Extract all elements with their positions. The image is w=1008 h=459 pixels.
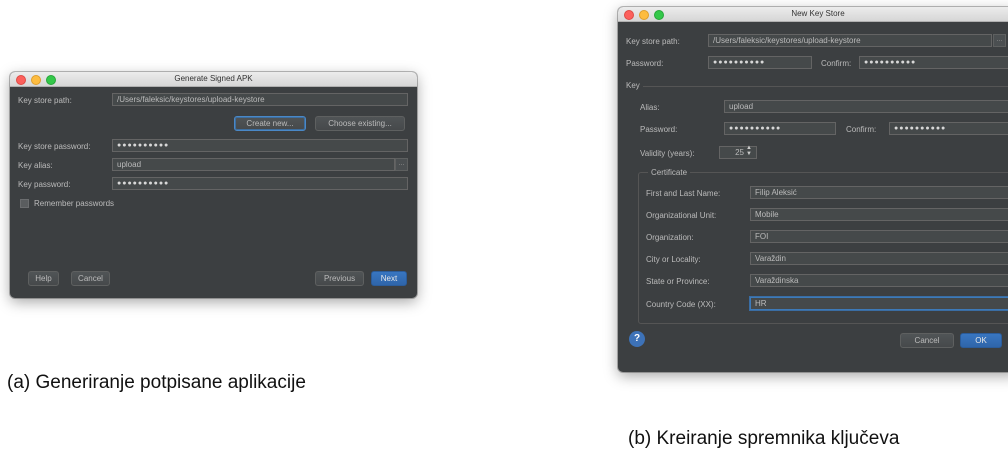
cert-name-field[interactable]: Filip Aleksić (750, 186, 1008, 199)
alias-field[interactable]: upload (724, 100, 1008, 113)
minimize-window-button[interactable] (31, 75, 41, 85)
key-password-field[interactable]: ●●●●●●●●●● (112, 177, 408, 190)
validity-value: 25 (735, 148, 744, 157)
key-password-label: Password: (640, 125, 678, 134)
create-new-button[interactable]: Create new... (234, 116, 306, 131)
cert-label-state: State or Province: (646, 277, 710, 286)
key-confirm-field[interactable]: ●●●●●●●●●● (889, 122, 1008, 135)
cert-state-field[interactable]: Varaždinska (750, 274, 1008, 287)
cancel-button[interactable]: Cancel (71, 271, 110, 286)
password-field[interactable]: ●●●●●●●●●● (708, 56, 812, 69)
previous-button[interactable]: Previous (315, 271, 364, 286)
caption-b: (b) Kreiranje spremnika ključeva (628, 428, 900, 449)
certificate-group-label: Certificate (648, 168, 691, 177)
new-key-store-dialog: New Key Store Key store path: /Users/fal… (618, 7, 1008, 372)
window-controls (624, 10, 664, 20)
keystore-window-title: New Key Store (791, 9, 845, 18)
password-label: Password: (626, 59, 664, 68)
cancel-button[interactable]: Cancel (900, 333, 954, 348)
confirm-field[interactable]: ●●●●●●●●●● (859, 56, 1008, 69)
checkbox-box[interactable] (20, 199, 29, 208)
confirm-label: Confirm: (821, 59, 852, 68)
remember-passwords-label: Remember passwords (34, 199, 115, 208)
close-window-button[interactable] (624, 10, 634, 20)
path-label: Key store path: (626, 37, 680, 46)
stepper-arrows-icon[interactable]: ▲ ▼ (746, 145, 752, 157)
apk-titlebar: Generate Signed APK (10, 72, 417, 87)
key-confirm-label: Confirm: (846, 125, 877, 134)
path-field[interactable]: /Users/faleksic/keystores/upload-keystor… (708, 34, 992, 47)
alias-browse-button[interactable]: ... (395, 158, 408, 171)
key-group-divider (643, 86, 1008, 87)
question-icon[interactable]: ? (629, 331, 645, 347)
next-button[interactable]: Next (371, 271, 407, 286)
zoom-window-button[interactable] (654, 10, 664, 20)
keystore-titlebar: New Key Store (618, 7, 1008, 22)
cert-country-field[interactable]: HR (750, 297, 1008, 310)
validity-label: Validity (years): (640, 149, 695, 158)
zoom-window-button[interactable] (46, 75, 56, 85)
keystore-password-field[interactable]: ●●●●●●●●●● (112, 139, 408, 152)
close-window-button[interactable] (16, 75, 26, 85)
keystore-password-label: Key store password: (18, 142, 91, 151)
keystore-path-field[interactable]: /Users/faleksic/keystores/upload-keystor… (112, 93, 408, 106)
choose-existing-button[interactable]: Choose existing... (315, 116, 405, 131)
cert-label-city: City or Locality: (646, 255, 701, 264)
cert-organization-field[interactable]: FOI (750, 230, 1008, 243)
cert-org-unit-field[interactable]: Mobile (750, 208, 1008, 221)
cert-city-field[interactable]: Varaždin (750, 252, 1008, 265)
key-password-label: Key password: (18, 180, 71, 189)
cert-label-org-unit: Organizational Unit: (646, 211, 717, 220)
key-password-field[interactable]: ●●●●●●●●●● (724, 122, 836, 135)
window-controls (16, 75, 56, 85)
caption-a: (a) Generiranje potpisane aplikacije (7, 372, 306, 393)
alias-label: Alias: (640, 103, 660, 112)
remember-passwords-checkbox[interactable]: Remember passwords (20, 199, 114, 208)
ok-button[interactable]: OK (960, 333, 1002, 348)
path-browse-button[interactable]: ... (993, 34, 1006, 47)
cert-label-name: First and Last Name: (646, 189, 721, 198)
help-button[interactable]: Help (28, 271, 59, 286)
cert-label-organization: Organization: (646, 233, 694, 242)
apk-window-title: Generate Signed APK (174, 74, 253, 83)
key-group-label: Key (626, 81, 640, 90)
key-alias-field[interactable]: upload (112, 158, 395, 171)
key-alias-label: Key alias: (18, 161, 53, 170)
generate-signed-apk-dialog: Generate Signed APK Key store path: /Use… (10, 72, 417, 298)
cert-label-country: Country Code (XX): (646, 300, 716, 309)
minimize-window-button[interactable] (639, 10, 649, 20)
keystore-path-label: Key store path: (18, 96, 72, 105)
